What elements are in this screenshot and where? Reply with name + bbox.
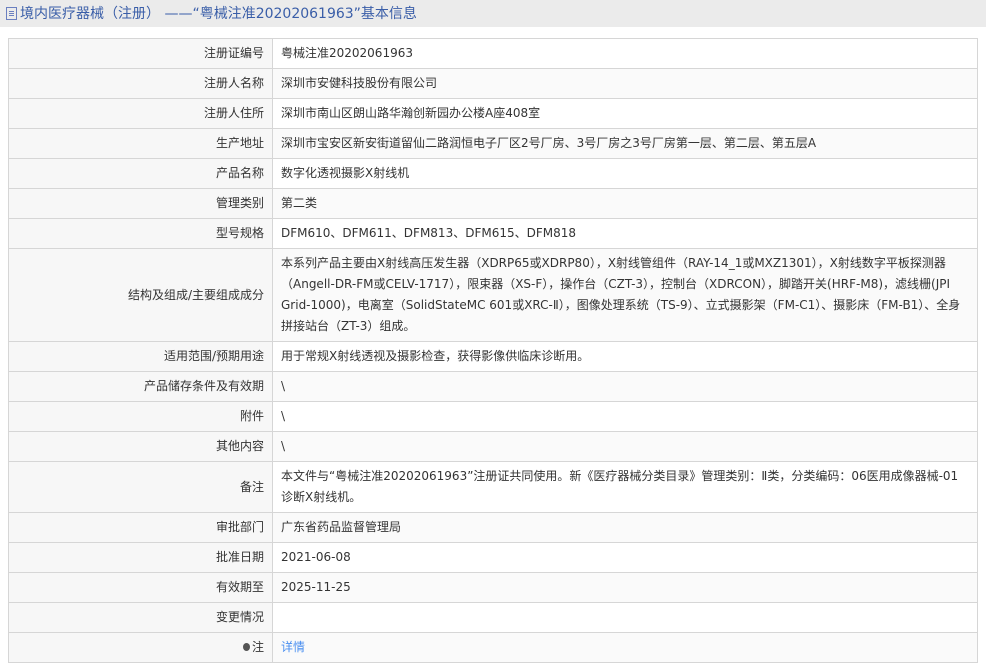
page-header: 境内医疗器械（注册） ——“粤械注准20202061963”基本信息 xyxy=(0,0,986,27)
row-label: 产品储存条件及有效期 xyxy=(9,372,273,402)
row-value: 广东省药品监督管理局 xyxy=(273,513,978,543)
row-value: 深圳市安健科技股份有限公司 xyxy=(273,69,978,99)
row-label: 适用范围/预期用途 xyxy=(9,342,273,372)
row-label: 变更情况 xyxy=(9,603,273,633)
table-row: 有效期至2025-11-25 xyxy=(9,573,978,603)
note-label-text: 注 xyxy=(252,640,264,654)
row-value: 数字化透视摄影X射线机 xyxy=(273,159,978,189)
details-link[interactable]: 详情 xyxy=(281,640,305,654)
row-label: 注册人住所 xyxy=(9,99,273,129)
table-row: 注册人住所深圳市南山区朗山路华瀚创新园办公楼A座408室 xyxy=(9,99,978,129)
table-row: 备注本文件与“粤械注准20202061963”注册证共同使用。新《医疗器械分类目… xyxy=(9,462,978,513)
row-label: 结构及组成/主要组成成分 xyxy=(9,249,273,342)
row-value: DFM610、DFM611、DFM813、DFM615、DFM818 xyxy=(273,219,978,249)
row-label: 审批部门 xyxy=(9,513,273,543)
row-value: \ xyxy=(273,372,978,402)
row-value: 本文件与“粤械注准20202061963”注册证共同使用。新《医疗器械分类目录》… xyxy=(273,462,978,513)
row-value: 粤械注准20202061963 xyxy=(273,39,978,69)
row-label: 其他内容 xyxy=(9,432,273,462)
table-row: 产品名称数字化透视摄影X射线机 xyxy=(9,159,978,189)
table-row: 注册证编号粤械注准20202061963 xyxy=(9,39,978,69)
row-label: 有效期至 xyxy=(9,573,273,603)
row-label: 附件 xyxy=(9,402,273,432)
row-value: 用于常规X射线透视及摄影检查，获得影像供临床诊断用。 xyxy=(273,342,978,372)
table-row: 附件\ xyxy=(9,402,978,432)
row-value: 深圳市南山区朗山路华瀚创新园办公楼A座408室 xyxy=(273,99,978,129)
table-row: 审批部门广东省药品监督管理局 xyxy=(9,513,978,543)
row-value: 2025-11-25 xyxy=(273,573,978,603)
info-table: 注册证编号粤械注准20202061963注册人名称深圳市安健科技股份有限公司注册… xyxy=(8,38,978,663)
table-row: 注 详情 xyxy=(9,633,978,663)
row-value: \ xyxy=(273,432,978,462)
row-value xyxy=(273,603,978,633)
document-icon xyxy=(6,7,17,20)
row-label: 批准日期 xyxy=(9,543,273,573)
row-label: 生产地址 xyxy=(9,129,273,159)
row-label: 注册人名称 xyxy=(9,69,273,99)
row-value: 本系列产品主要由X射线高压发生器（XDRP65或XDRP80），X射线管组件（R… xyxy=(273,249,978,342)
table-row: 型号规格DFM610、DFM611、DFM813、DFM615、DFM818 xyxy=(9,219,978,249)
table-row: 产品储存条件及有效期\ xyxy=(9,372,978,402)
table-row: 适用范围/预期用途用于常规X射线透视及摄影检查，获得影像供临床诊断用。 xyxy=(9,342,978,372)
page-title: 境内医疗器械（注册） ——“粤械注准20202061963”基本信息 xyxy=(20,1,417,27)
note-label: 注 xyxy=(9,633,273,663)
table-row: 管理类别第二类 xyxy=(9,189,978,219)
row-label: 型号规格 xyxy=(9,219,273,249)
row-label: 产品名称 xyxy=(9,159,273,189)
row-value: 第二类 xyxy=(273,189,978,219)
row-label: 管理类别 xyxy=(9,189,273,219)
table-row: 注册人名称深圳市安健科技股份有限公司 xyxy=(9,69,978,99)
row-value: 2021-06-08 xyxy=(273,543,978,573)
lightbulb-icon xyxy=(243,643,250,651)
row-value: 深圳市宝安区新安街道留仙二路润恒电子厂区2号厂房、3号厂房之3号厂房第一层、第二… xyxy=(273,129,978,159)
table-row: 其他内容\ xyxy=(9,432,978,462)
table-row: 批准日期2021-06-08 xyxy=(9,543,978,573)
row-value: \ xyxy=(273,402,978,432)
row-label: 备注 xyxy=(9,462,273,513)
table-row: 变更情况 xyxy=(9,603,978,633)
table-row: 生产地址深圳市宝安区新安街道留仙二路润恒电子厂区2号厂房、3号厂房之3号厂房第一… xyxy=(9,129,978,159)
row-label: 注册证编号 xyxy=(9,39,273,69)
table-row: 结构及组成/主要组成成分本系列产品主要由X射线高压发生器（XDRP65或XDRP… xyxy=(9,249,978,342)
